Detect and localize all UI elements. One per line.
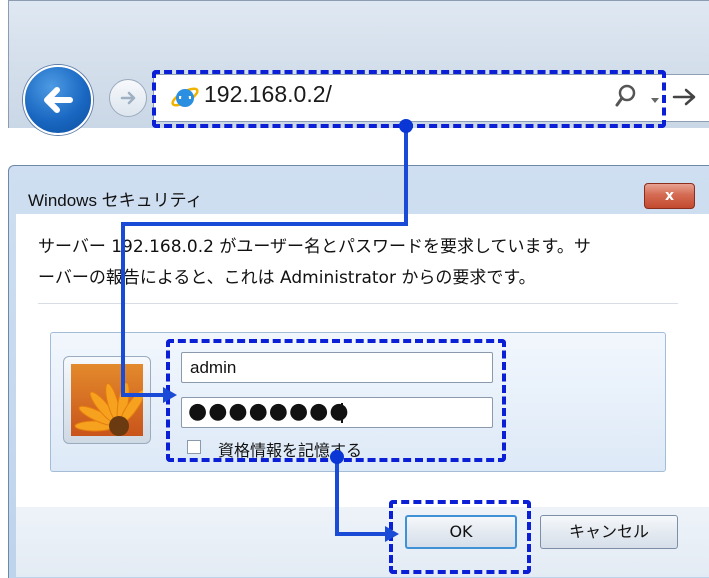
back-button[interactable] xyxy=(23,65,93,135)
go-arrow-icon[interactable] xyxy=(672,86,698,108)
separator xyxy=(38,303,678,304)
dialog-message: サーバー 192.168.0.2 がユーザー名とパスワードを要求しています。サ … xyxy=(38,232,678,294)
username-value[interactable]: admin xyxy=(190,358,236,378)
message-line-1: サーバー 192.168.0.2 がユーザー名とパスワードを要求しています。サ xyxy=(38,237,591,257)
remember-checkbox[interactable] xyxy=(187,440,201,454)
username-field[interactable]: admin xyxy=(181,352,493,383)
user-avatar xyxy=(63,356,151,444)
url-text[interactable]: 192.168.0.2/ xyxy=(204,81,332,108)
message-line-2: ーバーの報告によると、これは Administrator からの要求です。 xyxy=(38,268,536,288)
remember-label[interactable]: 資格情報を記憶する xyxy=(218,437,362,461)
close-icon: x xyxy=(664,188,675,204)
ok-button[interactable]: OK xyxy=(405,515,517,549)
close-button[interactable]: x xyxy=(644,183,695,209)
password-field[interactable]: ●●●●●●●● xyxy=(181,397,493,428)
flower-icon xyxy=(71,364,143,436)
password-value[interactable]: ●●●●●●●● xyxy=(188,399,350,424)
ie-icon xyxy=(171,87,199,107)
cancel-button[interactable]: キャンセル xyxy=(540,515,678,549)
back-arrow-icon xyxy=(44,87,73,113)
dropdown-icon[interactable] xyxy=(651,98,659,103)
dialog-title: Windows セキュリティ xyxy=(28,191,203,210)
text-caret xyxy=(341,403,343,423)
forward-arrow-icon xyxy=(120,91,136,105)
search-icon[interactable] xyxy=(615,84,637,108)
forward-button[interactable] xyxy=(109,79,147,117)
